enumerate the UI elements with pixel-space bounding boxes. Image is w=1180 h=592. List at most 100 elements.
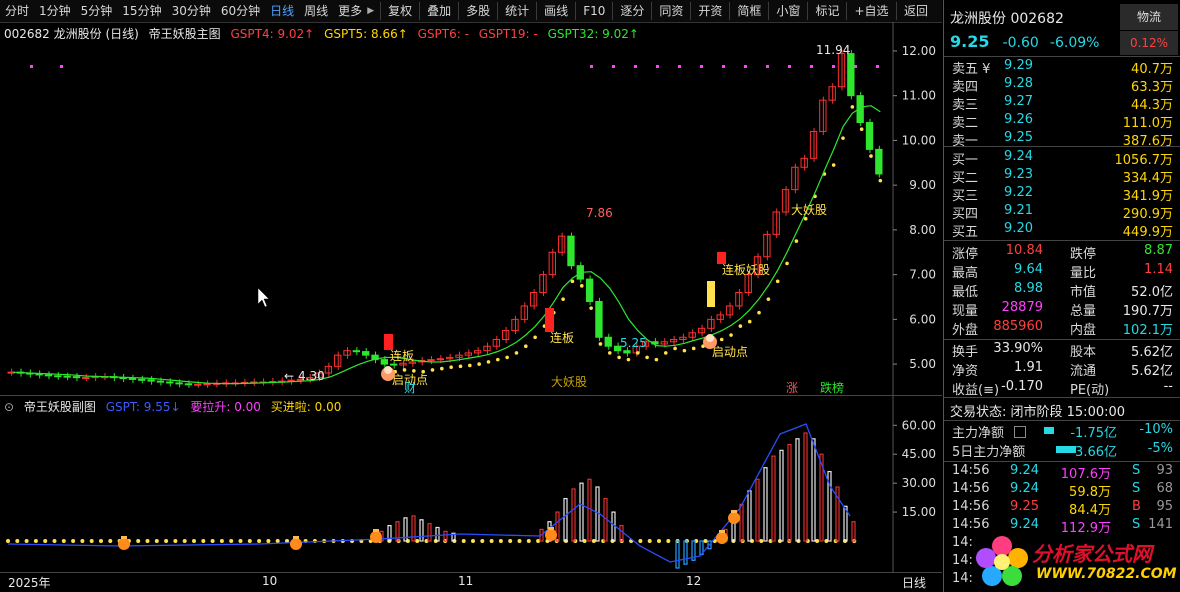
toolbar-item-1[interactable]: 1分钟 [34, 0, 76, 22]
info-icon[interactable] [1014, 426, 1026, 438]
sub-chart-canvas[interactable]: 60.00 45.00 30.00 15.00 [0, 396, 942, 572]
support-dot [533, 335, 537, 340]
candle-body [595, 300, 603, 338]
baseline-dot [219, 539, 224, 543]
tick-time: 14: [952, 535, 973, 550]
toolbar-item-20[interactable]: 标记 [810, 0, 844, 22]
toolbar-item-13[interactable]: 画线 [539, 0, 573, 22]
support-dot [682, 348, 687, 353]
support-dot [589, 306, 593, 310]
toolbar-item-6[interactable]: 日线 [265, 0, 299, 22]
money-bag-icon [290, 538, 302, 550]
money-bag-icon [118, 538, 130, 550]
histogram-bar [675, 540, 680, 569]
support-dot [607, 351, 612, 355]
bid-volume: 449.9万 [1122, 225, 1173, 240]
sub-indicator-name[interactable]: 帝王妖股副图 [24, 400, 96, 414]
tick-time: 14: [952, 553, 973, 568]
toolbar-item-19[interactable]: 小窗 [771, 0, 805, 22]
toolbar-item-21[interactable]: +自选 [849, 0, 893, 22]
yaolasheng-value: 要拉升: 0.00 [190, 400, 261, 414]
quote-panel: 龙洲股份 002682 物流 9.25 -0.60 -6.09% 0.12% 交… [943, 0, 1180, 592]
toolbar-item-22[interactable]: 返回 [899, 0, 942, 22]
divider [944, 339, 1180, 340]
signal-dot [60, 65, 63, 68]
main-chart[interactable]: 002682 龙洲股份 (日线) 帝王妖股主图 GSPT4: 9.02↑ GSP… [0, 22, 942, 396]
sub-chart[interactable]: 60.00 45.00 30.00 15.00 ⊙ 帝王妖股副图 GSPT: 9.55… [0, 396, 942, 573]
candle-body [54, 375, 62, 378]
baseline-dot [666, 539, 671, 543]
toolbar-item-16[interactable]: 同资 [654, 0, 688, 22]
support-dot [468, 363, 472, 368]
toolbar-item-18[interactable]: 简框 [732, 0, 766, 22]
toolbar-item-7[interactable]: 周线 [299, 0, 333, 22]
toolbar-item-0[interactable]: 分时 [0, 0, 34, 22]
tick-volume: 112.9万 [1060, 521, 1111, 536]
zhuli-bar [1044, 427, 1054, 434]
money-bag-icon [731, 510, 737, 513]
baseline-dot [201, 539, 206, 543]
toolbar-separator [380, 2, 382, 20]
sub-chart-header: ⊙ 帝王妖股副图 GSPT: 9.55↓ 要拉升: 0.00 买进啦: 0.00 [4, 398, 347, 415]
baseline-dot [210, 539, 215, 543]
tick-row: 14:56 9.24 107.6万 S 93 [944, 463, 1180, 482]
collapse-icon[interactable]: ⊙ [4, 400, 14, 414]
ask-label: 卖四 [952, 80, 979, 95]
bid-label: 买二 [952, 171, 979, 186]
toolbar-item-17[interactable]: 开资 [693, 0, 727, 22]
bid-price: 9.20 [1004, 221, 1033, 236]
candle-body [492, 339, 500, 347]
bid-price: 9.24 [1004, 149, 1033, 164]
toolbar-item-14[interactable]: F10 [578, 0, 610, 22]
bid-label: 买一 [952, 153, 979, 168]
baseline-dot [498, 539, 503, 543]
signal-dot [744, 65, 747, 68]
support-dot [719, 337, 724, 342]
bid-row: 买三 9.22 341.9万 [944, 185, 1180, 204]
industry-tag[interactable]: 物流 [1120, 4, 1178, 30]
support-dot [635, 351, 640, 355]
toolbar-item-12[interactable]: 统计 [500, 0, 534, 22]
y-tick-label: 8.00 [909, 223, 936, 237]
baseline-dot [526, 539, 531, 543]
histogram-bar [779, 449, 784, 542]
candle-body [63, 375, 71, 378]
lianban-label: 连板 [390, 348, 414, 363]
toolbar-item-11[interactable]: 多股 [461, 0, 495, 22]
stat-row: 收益(≡) -0.170 PE(动) -- [944, 379, 1180, 398]
ask-volume: 111.0万 [1122, 116, 1173, 131]
bid-volume: 334.4万 [1122, 171, 1173, 186]
stat-value-liutong: 5.62亿 [1131, 364, 1173, 379]
toolbar-item-2[interactable]: 5分钟 [76, 0, 118, 22]
stat-label-waipan: 外盘 [952, 323, 979, 338]
toolbar-item-15[interactable]: 逐分 [615, 0, 649, 22]
toolbar-item-4[interactable]: 30分钟 [167, 0, 216, 22]
qidong-label: 启动点 [712, 345, 748, 359]
zhuli-pct: -10% [1139, 422, 1173, 437]
dip-label: 5.25 [620, 336, 647, 350]
toolbar-item-10[interactable]: 叠加 [422, 0, 456, 22]
main-chart-canvas[interactable]: 12.00 11.00 10.00 9.00 8.00 7.00 6.00 5.00 11.94… [0, 22, 942, 395]
toolbar-item-5[interactable]: 60分钟 [216, 0, 265, 22]
baseline-dot [99, 539, 103, 543]
toolbar-item-9[interactable]: 复权 [383, 0, 417, 22]
baseline-dot [164, 539, 169, 543]
toolbar-item-8[interactable]: 更多 [333, 0, 367, 22]
support-dot [803, 216, 808, 221]
toolbar-separator [846, 2, 848, 20]
ask-price: 9.26 [1004, 112, 1033, 127]
support-dot [841, 136, 845, 140]
y-tick-label: 12.00 [902, 44, 936, 58]
candle-body [865, 122, 874, 150]
tick-count: 141 [1148, 517, 1173, 532]
tick-count: 95 [1156, 499, 1173, 514]
period-label[interactable]: 日线 [902, 574, 926, 591]
support-dot [430, 368, 435, 372]
histogram-bar [571, 488, 576, 542]
histogram-bar [803, 432, 808, 542]
tick-row: 14: [944, 553, 1180, 572]
baseline-dot [508, 539, 513, 543]
toolbar-item-3[interactable]: 15分钟 [117, 0, 166, 22]
histogram-bar [587, 478, 592, 542]
last-price: 9.25 [950, 32, 990, 51]
